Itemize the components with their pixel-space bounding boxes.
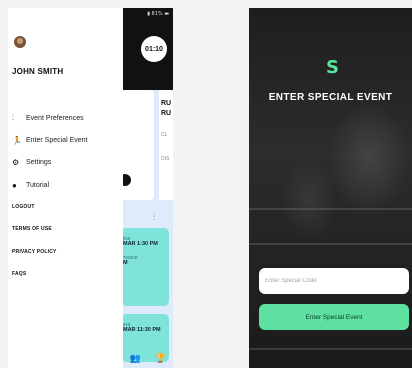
privacy-link[interactable]: PRIVACY POLICY bbox=[12, 249, 57, 255]
runner-icon: 🏃 bbox=[12, 136, 22, 145]
bg-small-label: CL bbox=[161, 132, 168, 138]
gear-icon: ⚙ bbox=[12, 158, 20, 167]
filter-icon[interactable]: ⫶ bbox=[153, 212, 155, 223]
menu-item-tutorial[interactable]: ● Tutorial bbox=[12, 181, 49, 190]
trophy-icon[interactable]: 🏆 bbox=[155, 353, 166, 364]
faqs-link[interactable]: FAQS bbox=[12, 271, 26, 277]
enter-special-event-button[interactable]: Enter Special Event bbox=[259, 304, 409, 330]
track-line bbox=[249, 243, 412, 245]
bg-card-line: RU bbox=[161, 110, 172, 117]
event-card-sub-value: M bbox=[123, 260, 128, 266]
page-title: ENTER SPECIAL EVENT bbox=[268, 92, 393, 103]
bg-small-label: DIS bbox=[161, 156, 170, 162]
help-icon: ● bbox=[12, 181, 17, 190]
avatar[interactable] bbox=[14, 36, 26, 48]
background-card-right: RU RU CL DIS bbox=[159, 90, 173, 200]
bottom-nav: 👥 🏆 bbox=[123, 348, 173, 368]
menu-item-label: Settings bbox=[26, 159, 52, 166]
menu-item-settings[interactable]: ⚙ Settings bbox=[12, 158, 51, 167]
status-bar: ▮ 81% ▬ bbox=[147, 11, 169, 17]
menu-item-label: Event Preferences bbox=[26, 114, 84, 122]
timer-badge[interactable]: 01:10 bbox=[141, 36, 167, 62]
terms-link[interactable]: TERMS OF USE bbox=[12, 226, 52, 232]
event-card[interactable]: INS MAR 1:30 PM TANCE M bbox=[121, 228, 169, 306]
menu-item-label: Tutorial bbox=[26, 182, 50, 189]
background-app-view: ▮ 81% ▬ 01:10 RU RU CL DIS ⫶ INS MAR 1:3… bbox=[119, 8, 173, 368]
sliders-icon: ⫶ bbox=[12, 113, 14, 122]
track-line bbox=[249, 208, 412, 210]
menu-item-enter-special-event[interactable]: 🏃 Enter Special Event bbox=[12, 136, 87, 145]
people-icon[interactable]: 👥 bbox=[130, 353, 141, 364]
background-header: ▮ 81% ▬ 01:10 bbox=[123, 8, 173, 90]
phone-special-event-screen: S ENTER SPECIAL EVENT Enter Special Even… bbox=[249, 8, 412, 368]
bg-card-line: RU bbox=[161, 100, 172, 107]
app-logo-icon: S bbox=[326, 57, 339, 78]
side-drawer: JOHN SMITH ⫶ Event Preferences 🏃 Enter S… bbox=[8, 8, 123, 368]
logout-link[interactable]: LOGOUT bbox=[12, 204, 35, 210]
special-code-input[interactable] bbox=[259, 268, 409, 294]
track-line bbox=[249, 348, 412, 350]
menu-item-label: Enter Special Event bbox=[26, 137, 88, 144]
menu-item-event-preferences[interactable]: ⫶ Event Preferences bbox=[12, 113, 84, 123]
event-card-value: MAR 1:30 PM bbox=[123, 241, 158, 247]
user-name: JOHN SMITH bbox=[12, 67, 64, 76]
event-card-value: MAR 11:30 PM bbox=[123, 327, 161, 333]
phone-menu-screen: ▮ 81% ▬ 01:10 RU RU CL DIS ⫶ INS MAR 1:3… bbox=[8, 8, 173, 368]
